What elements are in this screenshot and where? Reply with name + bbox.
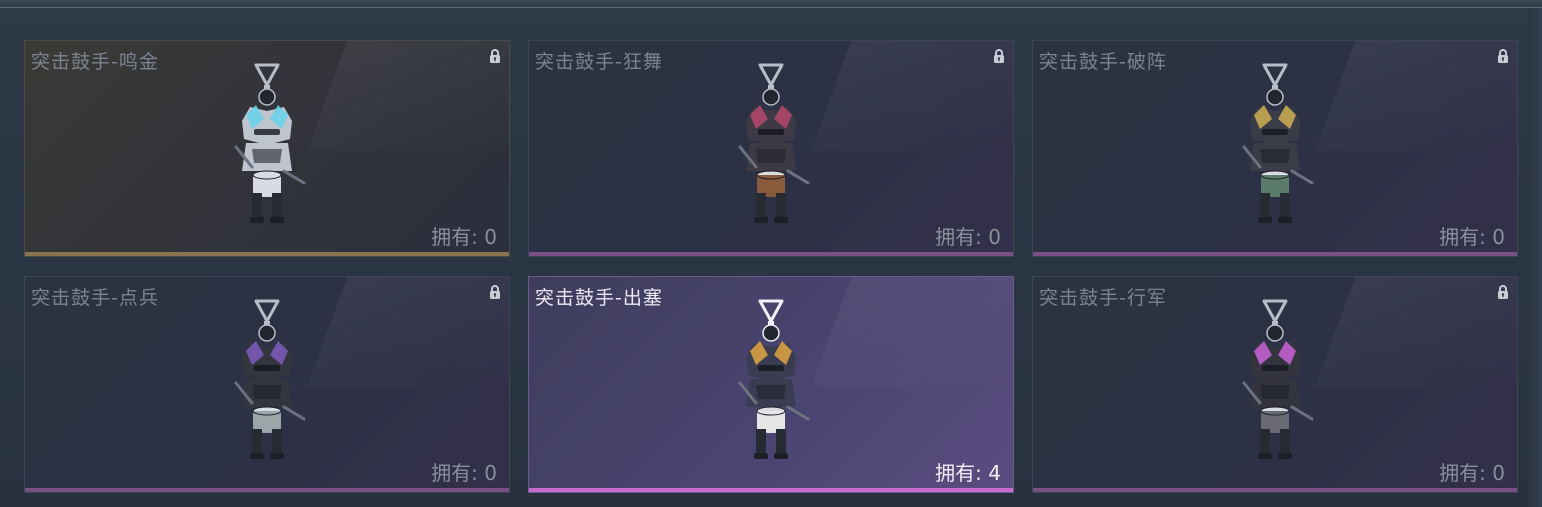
item-grid: 突击鼓手-鸣金 拥有: 0 突击鼓手-狂舞 拥有: 0 突击鼓手-破阵 拥有: … (24, 40, 1520, 496)
item-name: 突击鼓手-破阵 (1039, 51, 1167, 73)
rarity-bar (25, 252, 509, 256)
owned-count: 拥有: 4 (935, 461, 1001, 485)
drummer-pendant-figure (1242, 63, 1314, 223)
item-name: 突击鼓手-狂舞 (535, 51, 663, 73)
lock-icon (1498, 285, 1508, 299)
card-shine (307, 41, 509, 151)
card-shine (1315, 277, 1517, 387)
card-shine (307, 277, 509, 387)
drummer-pendant-figure (234, 299, 306, 459)
top-divider (0, 0, 1542, 8)
drummer-pendant-figure (1242, 299, 1314, 459)
lock-icon (1498, 49, 1508, 63)
item-card[interactable]: 突击鼓手-点兵 拥有: 0 (24, 276, 510, 493)
owned-count: 拥有: 0 (431, 225, 497, 249)
drummer-pendant-figure (234, 63, 306, 223)
owned-count: 拥有: 0 (431, 461, 497, 485)
drummer-pendant-figure (738, 63, 810, 223)
lock-icon (490, 285, 500, 299)
item-card-selected[interactable]: 突击鼓手-出塞 拥有: 4 (528, 276, 1014, 493)
rarity-bar (25, 488, 509, 492)
rarity-bar (529, 488, 1013, 492)
owned-count: 拥有: 0 (935, 225, 1001, 249)
lock-icon (490, 49, 500, 63)
item-card[interactable]: 突击鼓手-破阵 拥有: 0 (1032, 40, 1518, 257)
right-edge-panel (1528, 8, 1542, 507)
item-card[interactable]: 突击鼓手-鸣金 拥有: 0 (24, 40, 510, 257)
card-shine (1315, 41, 1517, 151)
item-name: 突击鼓手-出塞 (535, 287, 663, 309)
card-shine (811, 277, 1013, 387)
item-name: 突击鼓手-行军 (1039, 287, 1167, 309)
rarity-bar (1033, 488, 1517, 492)
item-card[interactable]: 突击鼓手-行军 拥有: 0 (1032, 276, 1518, 493)
owned-count: 拥有: 0 (1439, 225, 1505, 249)
card-shine (811, 41, 1013, 151)
drummer-pendant-figure (738, 299, 810, 459)
item-name: 突击鼓手-鸣金 (31, 51, 159, 73)
item-card[interactable]: 突击鼓手-狂舞 拥有: 0 (528, 40, 1014, 257)
lock-icon (994, 49, 1004, 63)
owned-count: 拥有: 0 (1439, 461, 1505, 485)
rarity-bar (1033, 252, 1517, 256)
item-name: 突击鼓手-点兵 (31, 287, 159, 309)
rarity-bar (529, 252, 1013, 256)
